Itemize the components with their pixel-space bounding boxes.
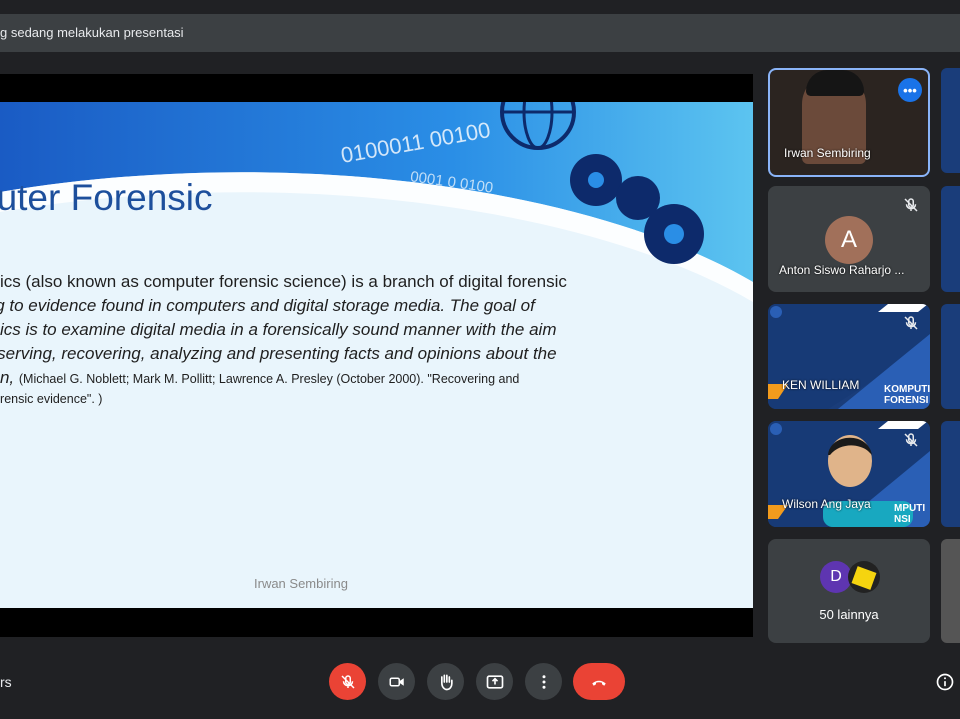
camera-icon (389, 677, 404, 686)
banner-text: g sedang melakukan presentasi (0, 25, 184, 40)
slide: 0100011 00100 0001 0 0100 puter Forensic… (0, 102, 753, 608)
partial-tile[interactable] (941, 304, 960, 409)
citation-2: r forensic evidence". ) (0, 392, 103, 406)
leave-call-button[interactable] (573, 663, 625, 700)
brand-text: KOMPUTI FORENSI (884, 384, 930, 406)
citation-1: (Michael G. Noblett; Mark M. Pollitt; La… (18, 372, 520, 386)
presentation-stage: 0100011 00100 0001 0 0100 puter Forensic… (0, 74, 753, 637)
slide-line-end: tion, (0, 368, 15, 387)
slide-line: nsics (also known as computer forensic s… (0, 272, 567, 291)
mic-off-icon (340, 674, 355, 689)
participant-tile-irwan[interactable]: ••• Irwan Sembiring (768, 68, 930, 177)
avatar-hair (806, 70, 864, 96)
meeting-details-text: rs (0, 674, 12, 690)
more-participants-tile[interactable]: D 50 lainnya (768, 539, 930, 643)
participant-tile-anton[interactable]: A Anton Siswo Raharjo ... (768, 186, 930, 292)
partial-tile[interactable] (941, 421, 960, 527)
participant-name: Irwan Sembiring (784, 146, 871, 160)
avatar: A (825, 216, 873, 264)
present-button[interactable] (476, 663, 513, 700)
mic-off-icon (904, 433, 918, 447)
slide-title: puter Forensic (0, 177, 213, 218)
presentation-banner: g sedang melakukan presentasi (0, 14, 960, 52)
camera-button[interactable] (378, 663, 415, 700)
participant-name: Anton Siswo Raharjo ... (779, 263, 905, 277)
participant-name: Wilson Ang Jaya (782, 497, 871, 511)
more-label: 50 lainnya (819, 607, 879, 622)
slide-line: nsics is to examine digital media in a f… (0, 320, 557, 339)
present-icon (486, 674, 503, 689)
slide-line: ing to evidence found in computers and d… (0, 296, 535, 315)
partial-tile[interactable] (941, 186, 960, 292)
participant-name: KEN WILLIAM (782, 378, 860, 392)
mic-off-icon (904, 198, 918, 212)
slide-line: reserving, recovering, analyzing and pre… (0, 344, 557, 363)
raise-hand-button[interactable] (427, 663, 464, 700)
partial-tile[interactable] (941, 539, 960, 643)
avatar-image (848, 561, 880, 593)
brand-text: MPUTI NSI (894, 503, 926, 525)
participant-tile-ken[interactable]: KEN WILLIAM KOMPUTI FORENSI (768, 304, 930, 409)
slide-body: nsics (also known as computer forensic s… (0, 270, 632, 409)
more-options-button[interactable] (525, 663, 562, 700)
hangup-icon (592, 680, 606, 686)
more-icon[interactable]: ••• (898, 78, 922, 102)
slide-line-last: tion, (Michael G. Noblett; Mark M. Polli… (0, 366, 632, 390)
more-vert-icon (542, 674, 545, 689)
partial-tile[interactable] (941, 68, 960, 173)
mic-off-icon (904, 316, 918, 330)
slide-footer: Irwan Sembiring (254, 576, 348, 591)
mic-button[interactable] (329, 663, 366, 700)
participant-tile-wilson[interactable]: Wilson Ang Jaya MPUTI NSI (768, 421, 930, 527)
raise-hand-icon (440, 674, 453, 690)
info-icon[interactable] (935, 672, 955, 692)
